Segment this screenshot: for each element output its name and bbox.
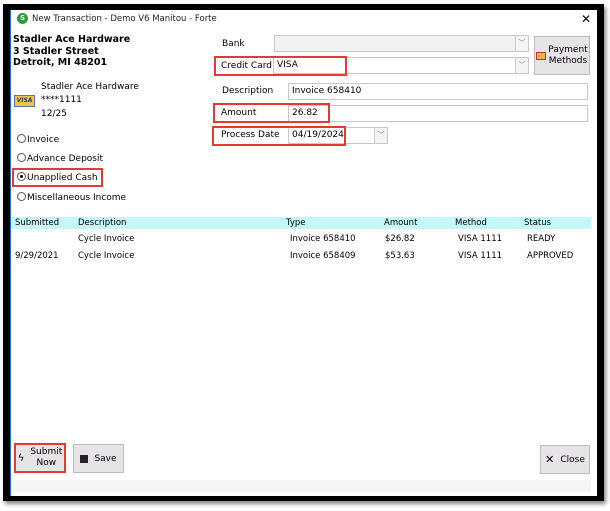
cell-description: Cycle Invoice — [78, 234, 135, 244]
card-number: ****1111 — [41, 95, 82, 105]
amount-input[interactable]: 26.82 — [288, 105, 588, 122]
status-bar — [11, 480, 591, 492]
col-description[interactable]: Description — [78, 218, 126, 228]
window-title: New Transaction - Demo V6 Manitou - Fort… — [32, 14, 217, 24]
visa-card-icon: VISA — [14, 95, 35, 107]
calendar-dropdown-icon[interactable]: ﹀ — [374, 128, 387, 143]
radio-label: Miscellaneous Income — [27, 193, 127, 203]
save-icon — [80, 454, 89, 463]
highlight-unapplied-cash — [12, 168, 103, 187]
save-button[interactable]: Save — [73, 444, 124, 473]
cell-amount: $53.63 — [385, 251, 415, 261]
highlight-process-date — [212, 126, 346, 146]
close-button[interactable]: ✕ Close — [540, 445, 590, 474]
customer-city: Detroit, MI 48201 — [13, 57, 108, 68]
radio-label: Advance Deposit — [27, 154, 104, 164]
chevron-down-icon: ﹀ — [515, 58, 528, 73]
lightning-icon: ϟ — [17, 452, 25, 464]
highlight-amount — [213, 103, 330, 123]
col-type[interactable]: Type — [286, 218, 306, 228]
description-label: Description — [222, 86, 274, 96]
app-icon: S — [17, 13, 28, 24]
radio-advance-deposit[interactable]: Advance Deposit — [17, 153, 103, 164]
cell-type: Invoice 658409 — [290, 251, 356, 261]
description-input[interactable]: Invoice 658410 — [288, 83, 588, 100]
col-method[interactable]: Method — [455, 218, 487, 228]
cell-status: APPROVED — [527, 251, 574, 261]
payment-methods-icon — [536, 51, 547, 60]
close-window-button[interactable]: ✕ — [581, 12, 591, 26]
cell-submitted: 9/29/2021 — [15, 251, 59, 261]
radio-miscellaneous-income[interactable]: Miscellaneous Income — [17, 192, 126, 203]
chevron-down-icon: ﹀ — [515, 36, 528, 51]
radio-icon — [17, 192, 26, 201]
cell-type: Invoice 658410 — [290, 234, 356, 244]
radio-invoice[interactable]: Invoice — [17, 134, 59, 145]
cell-description: Cycle Invoice — [78, 251, 135, 261]
col-status[interactable]: Status — [524, 218, 551, 228]
highlight-credit-card — [214, 56, 347, 76]
payment-methods-button[interactable]: Payment Methods — [534, 36, 590, 75]
cell-amount: $26.82 — [385, 234, 415, 244]
bank-select[interactable]: ﹀ — [274, 35, 529, 52]
customer-name: Stadler Ace Hardware — [13, 34, 131, 45]
col-submitted[interactable]: Submitted — [15, 218, 59, 228]
close-x-icon: ✕ — [545, 453, 555, 466]
cell-method: VISA 1111 — [458, 234, 503, 244]
bank-label: Bank — [222, 39, 245, 49]
cell-status: READY — [527, 234, 556, 244]
card-holder: Stadler Ace Hardware — [41, 82, 139, 92]
submit-now-button[interactable]: ϟ Submit Now — [14, 443, 66, 473]
cell-method: VISA 1111 — [458, 251, 503, 261]
card-expiry: 12/25 — [41, 109, 67, 119]
radio-icon — [17, 153, 26, 162]
radio-label: Invoice — [27, 135, 60, 145]
radio-icon — [17, 134, 26, 143]
col-amount[interactable]: Amount — [384, 218, 417, 228]
customer-street: 3 Stadler Street — [13, 46, 99, 57]
